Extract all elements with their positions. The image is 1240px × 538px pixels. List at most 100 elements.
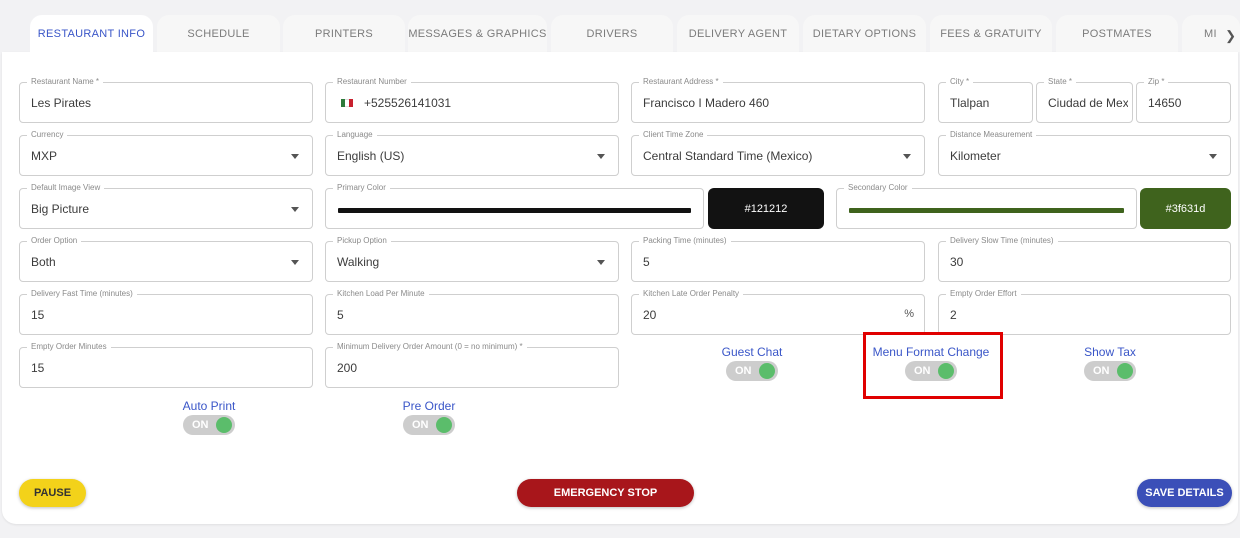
toggle-knob [759, 363, 775, 379]
delivery-fast-time-field[interactable]: Delivery Fast Time (minutes) 15 [19, 289, 313, 335]
default-image-view-value: Big Picture [31, 202, 90, 216]
tab-schedule[interactable]: SCHEDULE [157, 15, 280, 52]
empty-order-effort-field[interactable]: Empty Order Effort 2 [938, 289, 1231, 335]
pre-order-toggle-state: ON [412, 419, 429, 431]
primary-color-swatch[interactable]: #121212 [708, 188, 824, 229]
auto-print-toggle[interactable]: ON [183, 415, 235, 435]
chevron-right-icon[interactable]: ❯ [1225, 28, 1236, 44]
currency-label: Currency [27, 130, 68, 140]
zip-field[interactable]: Zip * 14650 [1136, 77, 1231, 123]
delivery-slow-time-field[interactable]: Delivery Slow Time (minutes) 30 [938, 236, 1231, 282]
minimum-delivery-order-amount-value: 200 [337, 361, 358, 375]
restaurant-address-field[interactable]: Restaurant Address * Francisco I Madero … [631, 77, 925, 123]
tab-bar: RESTAURANT INFO SCHEDULE PRINTERS MESSAG… [0, 0, 1240, 52]
client-time-zone-label: Client Time Zone [639, 130, 708, 140]
pre-order-toggle[interactable]: ON [403, 415, 455, 435]
show-tax-label: Show Tax [1084, 345, 1136, 359]
guest-chat-toggle-group: Guest Chat ON [687, 345, 817, 386]
kitchen-late-order-penalty-label: Kitchen Late Order Penalty [639, 289, 744, 299]
secondary-color-field[interactable]: Secondary Color [836, 183, 1137, 229]
pickup-option-select[interactable]: Pickup Option Walking [325, 236, 619, 282]
tab-drivers[interactable]: DRIVERS [551, 15, 673, 52]
zip-value: 14650 [1148, 96, 1182, 110]
currency-value: MXP [31, 149, 58, 163]
client-time-zone-select[interactable]: Client Time Zone Central Standard Time (… [631, 130, 925, 176]
restaurant-address-label: Restaurant Address * [639, 77, 723, 87]
empty-order-minutes-value: 15 [31, 361, 45, 375]
toggle-knob [216, 417, 232, 433]
empty-order-effort-label: Empty Order Effort [946, 289, 1021, 299]
primary-color-field[interactable]: Primary Color [325, 183, 704, 229]
percent-suffix: % [904, 308, 914, 320]
pre-order-label: Pre Order [402, 399, 456, 413]
pickup-option-label: Pickup Option [333, 236, 391, 246]
mexico-flag-icon[interactable] [341, 99, 353, 107]
order-option-value: Both [31, 255, 56, 269]
empty-order-effort-value: 2 [950, 308, 957, 322]
kitchen-late-order-penalty-field[interactable]: Kitchen Late Order Penalty 20 % [631, 289, 925, 335]
minimum-delivery-order-amount-label: Minimum Delivery Order Amount (0 = no mi… [333, 342, 527, 352]
delivery-fast-time-value: 15 [31, 308, 45, 322]
currency-select[interactable]: Currency MXP [19, 130, 313, 176]
secondary-color-bar [849, 208, 1124, 213]
primary-color-label: Primary Color [333, 183, 390, 193]
city-field[interactable]: City * Tlalpan [938, 77, 1033, 123]
client-time-zone-value: Central Standard Time (Mexico) [643, 149, 813, 163]
tab-dietary-options[interactable]: DIETARY OPTIONS [803, 15, 926, 52]
restaurant-number-field[interactable]: Restaurant Number +525526141031 [325, 77, 619, 123]
tab-messages-graphics[interactable]: MESSAGES & GRAPHICS [408, 15, 547, 52]
show-tax-toggle[interactable]: ON [1084, 361, 1136, 381]
language-label: Language [333, 130, 377, 140]
secondary-color-label: Secondary Color [844, 183, 912, 193]
caret-down-icon[interactable] [1209, 154, 1217, 159]
empty-order-minutes-field[interactable]: Empty Order Minutes 15 [19, 342, 313, 388]
tab-postmates[interactable]: POSTMATES [1056, 15, 1178, 52]
tab-fees-gratuity[interactable]: FEES & GRATUITY [930, 15, 1052, 52]
minimum-delivery-order-amount-field[interactable]: Minimum Delivery Order Amount (0 = no mi… [325, 342, 619, 388]
pause-button[interactable]: PAUSE [19, 479, 86, 507]
zip-label: Zip * [1144, 77, 1169, 87]
kitchen-load-per-minute-label: Kitchen Load Per Minute [333, 289, 429, 299]
state-field[interactable]: State * Ciudad de Mexi [1036, 77, 1133, 123]
save-details-button[interactable]: SAVE DETAILS [1137, 479, 1232, 507]
guest-chat-label: Guest Chat [721, 345, 783, 359]
highlight-box [863, 332, 1003, 399]
city-value: Tlalpan [950, 96, 990, 110]
emergency-stop-button[interactable]: EMERGENCY STOP [517, 479, 694, 507]
pickup-option-value: Walking [337, 255, 380, 269]
auto-print-toggle-group: Auto Print ON [144, 399, 274, 440]
delivery-slow-time-value: 30 [950, 255, 964, 269]
kitchen-load-per-minute-field[interactable]: Kitchen Load Per Minute 5 [325, 289, 619, 335]
caret-down-icon[interactable] [903, 154, 911, 159]
tab-delivery-agent[interactable]: DELIVERY AGENT [677, 15, 799, 52]
auto-print-toggle-state: ON [192, 419, 209, 431]
caret-down-icon[interactable] [597, 154, 605, 159]
restaurant-name-value: Les Pirates [31, 96, 92, 110]
language-value: English (US) [337, 149, 405, 163]
order-option-select[interactable]: Order Option Both [19, 236, 313, 282]
pre-order-toggle-group: Pre Order ON [364, 399, 494, 440]
secondary-color-swatch[interactable]: #3f631d [1140, 188, 1231, 229]
packing-time-value: 5 [643, 255, 650, 269]
tab-restaurant-info[interactable]: RESTAURANT INFO [30, 15, 153, 52]
tab-printers[interactable]: PRINTERS [283, 15, 405, 52]
default-image-view-label: Default Image View [27, 183, 105, 193]
caret-down-icon[interactable] [291, 154, 299, 159]
caret-down-icon[interactable] [597, 260, 605, 265]
caret-down-icon[interactable] [291, 260, 299, 265]
default-image-view-select[interactable]: Default Image View Big Picture [19, 183, 313, 229]
guest-chat-toggle[interactable]: ON [726, 361, 778, 381]
restaurant-address-value: Francisco I Madero 460 [643, 96, 770, 110]
show-tax-toggle-group: Show Tax ON [1045, 345, 1175, 386]
delivery-slow-time-label: Delivery Slow Time (minutes) [946, 236, 1058, 246]
packing-time-field[interactable]: Packing Time (minutes) 5 [631, 236, 925, 282]
language-select[interactable]: Language English (US) [325, 130, 619, 176]
primary-color-bar [338, 208, 691, 213]
toggle-knob [436, 417, 452, 433]
show-tax-toggle-state: ON [1093, 365, 1110, 377]
restaurant-number-label: Restaurant Number [333, 77, 411, 87]
restaurant-name-field[interactable]: Restaurant Name * Les Pirates [19, 77, 313, 123]
distance-measurement-select[interactable]: Distance Measurement Kilometer [938, 130, 1231, 176]
caret-down-icon[interactable] [291, 207, 299, 212]
order-option-label: Order Option [27, 236, 82, 246]
